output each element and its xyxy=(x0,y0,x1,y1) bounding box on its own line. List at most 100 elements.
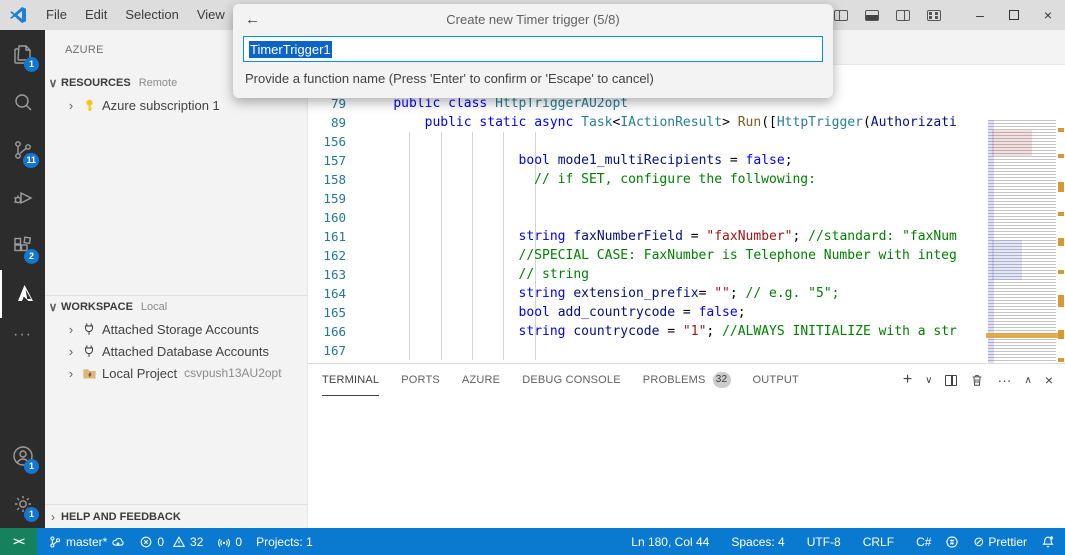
branch-name: master* xyxy=(66,535,107,549)
sidebar-azure: AZURE ∨ RESOURCES Remote + › Azure subsc… xyxy=(45,30,308,528)
tree-item-label: Attached Storage Accounts xyxy=(102,322,259,337)
line-number[interactable]: 163 xyxy=(308,265,362,284)
line-number[interactable]: 89 xyxy=(308,113,362,132)
activity-search[interactable] xyxy=(0,78,45,126)
cursor-position-item[interactable]: Ln 180, Col 44 xyxy=(624,528,716,555)
activity-run-debug[interactable] xyxy=(0,174,45,222)
code-editor[interactable]: 79 public class HttpTriggerAU2opt89 publ… xyxy=(308,65,1065,363)
activity-azure[interactable] xyxy=(0,270,45,318)
code-row[interactable]: 160 xyxy=(308,208,988,227)
workspace-section: ∨ WORKSPACE Local › Attached Storage Acc… xyxy=(45,295,307,384)
activity-more[interactable]: ··· xyxy=(13,318,32,352)
maximize-button[interactable] xyxy=(997,0,1031,30)
problems-status-item[interactable]: 0 32 xyxy=(132,528,210,555)
eol-item[interactable]: CRLF xyxy=(856,528,901,555)
extensions-badge: 2 xyxy=(24,249,39,264)
tab-ports[interactable]: PORTS xyxy=(401,364,440,396)
language-mode-item[interactable]: C# xyxy=(909,528,938,555)
code-row[interactable]: 165 bool add_countrycode = false; xyxy=(308,303,988,322)
code-area[interactable]: 79 public class HttpTriggerAU2opt89 publ… xyxy=(308,65,988,363)
activity-source-control[interactable]: 11 xyxy=(0,126,45,174)
maximize-panel-icon[interactable]: ∧ xyxy=(1024,375,1031,386)
tab-output[interactable]: OUTPUT xyxy=(753,364,799,396)
code-row[interactable]: 157 bool mode1_multiRecipients = false; xyxy=(308,151,988,170)
problems-badge: 32 xyxy=(713,372,731,388)
code-row[interactable]: 159 xyxy=(308,189,988,208)
more-actions-icon[interactable]: ··· xyxy=(997,372,1011,388)
line-number[interactable]: 161 xyxy=(308,227,362,246)
code-row[interactable]: 156 xyxy=(308,132,988,151)
new-terminal-button[interactable]: + xyxy=(903,371,912,389)
menu-view[interactable]: View xyxy=(188,0,234,30)
menu-selection[interactable]: Selection xyxy=(116,0,187,30)
code-row[interactable]: 163 // string xyxy=(308,265,988,284)
tab-azure[interactable]: AZURE xyxy=(462,364,500,396)
trash-icon[interactable] xyxy=(970,373,984,387)
remote-indicator[interactable]: >< xyxy=(0,528,37,555)
code-row[interactable]: 167 xyxy=(308,341,988,360)
tree-item-attached-database[interactable]: › Attached Database Accounts xyxy=(45,340,307,362)
activity-settings[interactable]: 1 xyxy=(0,480,45,528)
tab-problems-label: PROBLEMS xyxy=(643,374,706,386)
code-row[interactable]: 89 public static async Task<IActionResul… xyxy=(308,113,988,132)
line-number[interactable]: 162 xyxy=(308,246,362,265)
chevron-down-icon[interactable]: ∨ xyxy=(925,375,932,386)
warning-icon xyxy=(172,535,186,549)
chevron-right-icon: › xyxy=(63,366,79,381)
prettier-status-item[interactable]: ⊘ Prettier xyxy=(966,528,1034,555)
back-button[interactable]: ← xyxy=(245,4,260,34)
tab-terminal[interactable]: TERMINAL xyxy=(322,364,379,396)
line-number[interactable]: 165 xyxy=(308,303,362,322)
close-panel-icon[interactable]: × xyxy=(1045,372,1053,388)
line-number[interactable]: 167 xyxy=(308,341,362,360)
line-number[interactable]: 159 xyxy=(308,189,362,208)
customize-layout-icon[interactable] xyxy=(927,10,941,21)
tree-item-local-project[interactable]: › Local Project csvpush13AU2opt xyxy=(45,362,307,384)
code-row[interactable]: 162 //SPECIAL CASE: FaxNumber is Telepho… xyxy=(308,246,988,265)
close-button[interactable]: × xyxy=(1031,0,1065,30)
menu-edit[interactable]: Edit xyxy=(76,0,116,30)
search-icon xyxy=(11,90,35,114)
run-debug-icon xyxy=(11,186,35,210)
tab-debug-console[interactable]: DEBUG CONSOLE xyxy=(522,364,621,396)
ports-status-item[interactable]: 0 xyxy=(210,528,249,555)
split-terminal-icon[interactable] xyxy=(945,375,957,386)
indentation-item[interactable]: Spaces: 4 xyxy=(724,528,791,555)
tree-item-attached-storage[interactable]: › Attached Storage Accounts xyxy=(45,318,307,340)
git-branch-item[interactable]: master* xyxy=(41,528,132,555)
minimap[interactable] xyxy=(988,120,1056,363)
line-number[interactable]: 156 xyxy=(308,132,362,151)
ports-count: 0 xyxy=(235,535,242,549)
menu-file[interactable]: File xyxy=(37,0,76,30)
encoding-item[interactable]: UTF-8 xyxy=(800,528,848,555)
activity-extensions[interactable]: 2 xyxy=(0,222,45,270)
activity-explorer[interactable]: 1 xyxy=(0,30,45,78)
csharp-project-status-item[interactable] xyxy=(938,528,966,555)
toggle-primary-sidebar-icon[interactable] xyxy=(834,10,848,21)
help-feedback-section[interactable]: › HELP AND FEEDBACK xyxy=(45,504,307,528)
function-name-input[interactable]: TimerTrigger1 xyxy=(243,36,823,62)
eol: CRLF xyxy=(863,535,894,549)
terminal-content[interactable] xyxy=(308,396,1065,528)
workspace-header[interactable]: ∨ WORKSPACE Local xyxy=(45,296,307,318)
line-number[interactable]: 160 xyxy=(308,208,362,227)
code-row[interactable]: 158 // if SET, configure the follwowing: xyxy=(308,170,988,189)
status-bar-right: Ln 180, Col 44 Spaces: 4 UTF-8 CRLF C# ⊘… xyxy=(624,528,1065,555)
projects-status-item[interactable]: Projects: 1 xyxy=(249,528,320,555)
line-number[interactable]: 157 xyxy=(308,151,362,170)
code-row[interactable]: 166 string countrycode = "1"; //ALWAYS I… xyxy=(308,322,988,341)
minimize-button[interactable]: – xyxy=(963,0,997,30)
git-branch-icon xyxy=(48,535,62,549)
line-number[interactable]: 166 xyxy=(308,322,362,341)
error-icon xyxy=(139,535,153,549)
function-folder-icon xyxy=(81,365,97,381)
code-row[interactable]: 161 string faxNumberField = "faxNumber";… xyxy=(308,227,988,246)
line-number[interactable]: 164 xyxy=(308,284,362,303)
line-number[interactable]: 158 xyxy=(308,170,362,189)
code-row[interactable]: 164 string extension_prefix= ""; // e.g.… xyxy=(308,284,988,303)
toggle-secondary-sidebar-icon[interactable] xyxy=(896,10,910,21)
toggle-panel-icon[interactable] xyxy=(865,10,879,21)
activity-accounts[interactable]: 1 xyxy=(0,432,45,480)
notifications-item[interactable] xyxy=(1034,528,1065,555)
tab-problems[interactable]: PROBLEMS 32 xyxy=(643,364,731,396)
